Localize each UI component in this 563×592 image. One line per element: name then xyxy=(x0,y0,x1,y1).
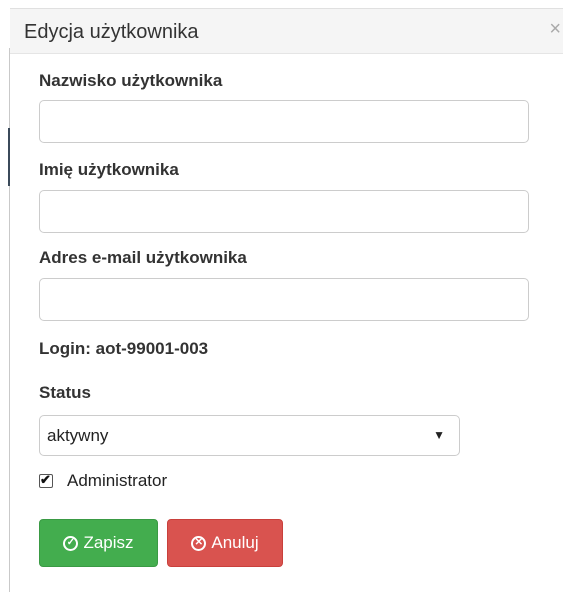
email-field[interactable] xyxy=(39,278,529,321)
first-name-label: Imię użytkownika xyxy=(39,160,179,179)
cancel-button-label: Anuluj xyxy=(211,533,259,552)
caret-down-icon: ▼ xyxy=(433,428,445,442)
email-label: Adres e-mail użytkownika xyxy=(39,248,247,267)
checkmark-icon: ✔ xyxy=(40,472,51,487)
administrator-checkbox[interactable]: ✔ xyxy=(39,472,53,488)
check-circle-glyph: ✓ xyxy=(66,536,76,548)
status-label: Status xyxy=(39,383,91,402)
edit-user-dialog: Edycja użytkownika × Nazwisko użytkownik… xyxy=(10,8,563,592)
status-selected-value: aktywny xyxy=(47,426,109,445)
times-circle-glyph: ✕ xyxy=(194,536,204,548)
last-name-label: Nazwisko użytkownika xyxy=(39,71,223,90)
check-circle-icon: ✓ xyxy=(63,535,79,551)
dialog-header: Edycja użytkownika × xyxy=(10,8,563,54)
times-circle-icon: ✕ xyxy=(191,535,207,551)
close-icon[interactable]: × xyxy=(549,19,561,39)
dialog-title: Edycja użytkownika xyxy=(24,21,199,43)
last-name-field[interactable] xyxy=(39,100,529,143)
save-button[interactable]: ✓ Zapisz xyxy=(39,519,158,567)
status-select[interactable]: aktywny ▼ xyxy=(39,415,460,456)
save-button-label: Zapisz xyxy=(83,533,134,552)
login-text: Login: aot-99001-003 xyxy=(39,339,209,358)
first-name-field[interactable] xyxy=(39,190,529,233)
cancel-button[interactable]: ✕ Anuluj xyxy=(167,519,283,567)
administrator-label: Administrator xyxy=(67,471,168,490)
